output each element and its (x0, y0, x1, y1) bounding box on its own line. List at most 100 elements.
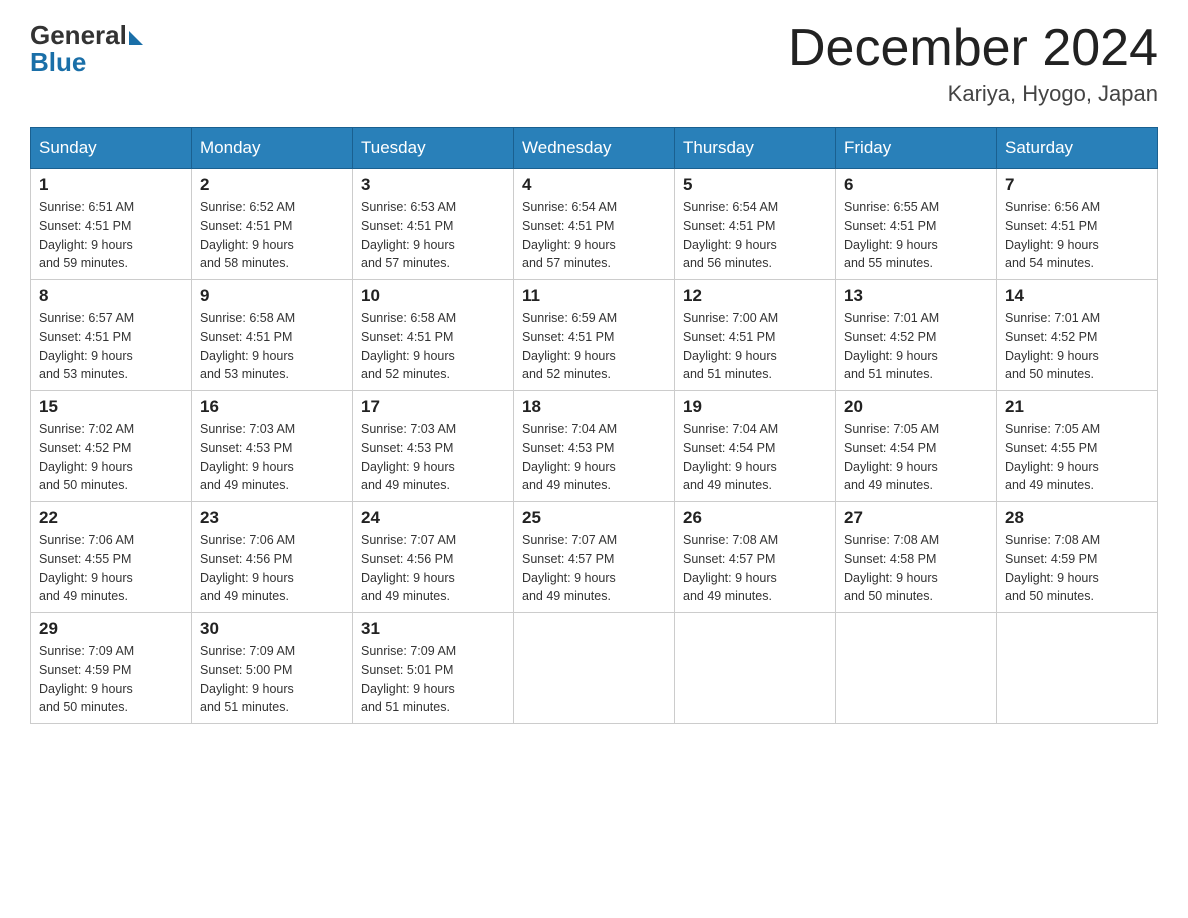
col-header-sunday: Sunday (31, 128, 192, 169)
calendar-day-cell: 7Sunrise: 6:56 AMSunset: 4:51 PMDaylight… (997, 169, 1158, 280)
day-number: 9 (200, 286, 344, 306)
calendar-day-cell: 11Sunrise: 6:59 AMSunset: 4:51 PMDayligh… (514, 280, 675, 391)
day-number: 7 (1005, 175, 1149, 195)
day-info: Sunrise: 7:09 AMSunset: 5:00 PMDaylight:… (200, 642, 344, 717)
calendar-day-cell: 24 Sunrise: 7:07 AMSunset: 4:56 PMDayligh… (353, 502, 514, 613)
calendar-day-cell: 20 Sunrise: 7:05 AMSunset: 4:54 PMDayligh… (836, 391, 997, 502)
calendar-header-row: SundayMondayTuesdayWednesdayThursdayFrid… (31, 128, 1158, 169)
day-number: 4 (522, 175, 666, 195)
calendar-day-cell: 25 Sunrise: 7:07 AMSunset: 4:57 PMDayligh… (514, 502, 675, 613)
day-number: 5 (683, 175, 827, 195)
calendar-day-cell: 10Sunrise: 6:58 AMSunset: 4:51 PMDayligh… (353, 280, 514, 391)
day-number: 25 (522, 508, 666, 528)
calendar-day-cell: 21 Sunrise: 7:05 AMSunset: 4:55 PMDayligh… (997, 391, 1158, 502)
calendar-day-cell: 12 Sunrise: 7:00 AMSunset: 4:51 PMDayligh… (675, 280, 836, 391)
day-number: 2 (200, 175, 344, 195)
day-info: Sunrise: 7:04 AMSunset: 4:54 PMDaylight:… (683, 420, 827, 495)
day-info: Sunrise: 7:06 AMSunset: 4:56 PMDaylight:… (200, 531, 344, 606)
calendar-day-cell: 17 Sunrise: 7:03 AMSunset: 4:53 PMDayligh… (353, 391, 514, 502)
day-info: Sunrise: 6:55 AMSunset: 4:51 PMDaylight:… (844, 198, 988, 273)
day-info: Sunrise: 7:07 AMSunset: 4:56 PMDaylight:… (361, 531, 505, 606)
col-header-wednesday: Wednesday (514, 128, 675, 169)
day-number: 22 (39, 508, 183, 528)
day-info: Sunrise: 6:57 AMSunset: 4:51 PMDaylight:… (39, 309, 183, 384)
calendar-day-cell: 16 Sunrise: 7:03 AMSunset: 4:53 PMDayligh… (192, 391, 353, 502)
day-info: Sunrise: 7:04 AMSunset: 4:53 PMDaylight:… (522, 420, 666, 495)
calendar-day-cell: 26 Sunrise: 7:08 AMSunset: 4:57 PMDayligh… (675, 502, 836, 613)
day-number: 11 (522, 286, 666, 306)
calendar-week-row: 15 Sunrise: 7:02 AMSunset: 4:52 PMDayligh… (31, 391, 1158, 502)
day-info: Sunrise: 6:58 AMSunset: 4:51 PMDaylight:… (200, 309, 344, 384)
day-number: 24 (361, 508, 505, 528)
col-header-monday: Monday (192, 128, 353, 169)
day-info: Sunrise: 7:01 AMSunset: 4:52 PMDaylight:… (1005, 309, 1149, 384)
calendar-day-cell (836, 613, 997, 724)
calendar-day-cell: 23 Sunrise: 7:06 AMSunset: 4:56 PMDayligh… (192, 502, 353, 613)
day-info: Sunrise: 7:06 AMSunset: 4:55 PMDaylight:… (39, 531, 183, 606)
calendar-week-row: 1 Sunrise: 6:51 AMSunset: 4:51 PMDaylight… (31, 169, 1158, 280)
calendar-day-cell: 28Sunrise: 7:08 AMSunset: 4:59 PMDayligh… (997, 502, 1158, 613)
col-header-friday: Friday (836, 128, 997, 169)
page-header: General Blue December 2024 Kariya, Hyogo… (30, 20, 1158, 107)
calendar-day-cell: 19 Sunrise: 7:04 AMSunset: 4:54 PMDayligh… (675, 391, 836, 502)
calendar-day-cell (675, 613, 836, 724)
calendar-day-cell: 18 Sunrise: 7:04 AMSunset: 4:53 PMDayligh… (514, 391, 675, 502)
day-number: 21 (1005, 397, 1149, 417)
day-info: Sunrise: 6:51 AMSunset: 4:51 PMDaylight:… (39, 198, 183, 273)
day-info: Sunrise: 7:00 AMSunset: 4:51 PMDaylight:… (683, 309, 827, 384)
day-number: 15 (39, 397, 183, 417)
calendar-day-cell: 13Sunrise: 7:01 AMSunset: 4:52 PMDayligh… (836, 280, 997, 391)
logo-arrow-icon (129, 31, 143, 45)
day-info: Sunrise: 7:08 AMSunset: 4:58 PMDaylight:… (844, 531, 988, 606)
day-info: Sunrise: 6:53 AMSunset: 4:51 PMDaylight:… (361, 198, 505, 273)
title-area: December 2024 Kariya, Hyogo, Japan (788, 20, 1158, 107)
logo: General Blue (30, 20, 143, 78)
col-header-tuesday: Tuesday (353, 128, 514, 169)
day-info: Sunrise: 7:03 AMSunset: 4:53 PMDaylight:… (361, 420, 505, 495)
day-number: 17 (361, 397, 505, 417)
day-number: 10 (361, 286, 505, 306)
col-header-saturday: Saturday (997, 128, 1158, 169)
day-number: 18 (522, 397, 666, 417)
day-number: 19 (683, 397, 827, 417)
calendar-day-cell: 5Sunrise: 6:54 AMSunset: 4:51 PMDaylight… (675, 169, 836, 280)
day-info: Sunrise: 7:07 AMSunset: 4:57 PMDaylight:… (522, 531, 666, 606)
day-number: 12 (683, 286, 827, 306)
calendar-day-cell: 4 Sunrise: 6:54 AMSunset: 4:51 PMDaylight… (514, 169, 675, 280)
day-info: Sunrise: 7:09 AMSunset: 5:01 PMDaylight:… (361, 642, 505, 717)
calendar-day-cell: 15 Sunrise: 7:02 AMSunset: 4:52 PMDayligh… (31, 391, 192, 502)
calendar-day-cell: 29Sunrise: 7:09 AMSunset: 4:59 PMDayligh… (31, 613, 192, 724)
day-number: 3 (361, 175, 505, 195)
day-number: 31 (361, 619, 505, 639)
day-number: 1 (39, 175, 183, 195)
day-number: 16 (200, 397, 344, 417)
calendar-day-cell: 31 Sunrise: 7:09 AMSunset: 5:01 PMDayligh… (353, 613, 514, 724)
day-info: Sunrise: 6:54 AMSunset: 4:51 PMDaylight:… (522, 198, 666, 273)
calendar-day-cell: 8 Sunrise: 6:57 AMSunset: 4:51 PMDaylight… (31, 280, 192, 391)
day-info: Sunrise: 7:05 AMSunset: 4:54 PMDaylight:… (844, 420, 988, 495)
calendar-day-cell (514, 613, 675, 724)
day-number: 26 (683, 508, 827, 528)
day-number: 30 (200, 619, 344, 639)
day-info: Sunrise: 6:52 AMSunset: 4:51 PMDaylight:… (200, 198, 344, 273)
calendar-day-cell: 6 Sunrise: 6:55 AMSunset: 4:51 PMDaylight… (836, 169, 997, 280)
day-number: 6 (844, 175, 988, 195)
day-info: Sunrise: 7:08 AMSunset: 4:57 PMDaylight:… (683, 531, 827, 606)
day-number: 14 (1005, 286, 1149, 306)
day-number: 8 (39, 286, 183, 306)
day-info: Sunrise: 7:03 AMSunset: 4:53 PMDaylight:… (200, 420, 344, 495)
calendar-day-cell: 22 Sunrise: 7:06 AMSunset: 4:55 PMDayligh… (31, 502, 192, 613)
day-info: Sunrise: 7:05 AMSunset: 4:55 PMDaylight:… (1005, 420, 1149, 495)
calendar-week-row: 22 Sunrise: 7:06 AMSunset: 4:55 PMDayligh… (31, 502, 1158, 613)
day-number: 23 (200, 508, 344, 528)
day-info: Sunrise: 7:02 AMSunset: 4:52 PMDaylight:… (39, 420, 183, 495)
day-number: 27 (844, 508, 988, 528)
calendar-day-cell (997, 613, 1158, 724)
month-title: December 2024 (788, 20, 1158, 77)
calendar-day-cell: 9 Sunrise: 6:58 AMSunset: 4:51 PMDaylight… (192, 280, 353, 391)
calendar-day-cell: 14 Sunrise: 7:01 AMSunset: 4:52 PMDayligh… (997, 280, 1158, 391)
calendar-day-cell: 30 Sunrise: 7:09 AMSunset: 5:00 PMDayligh… (192, 613, 353, 724)
day-info: Sunrise: 7:01 AMSunset: 4:52 PMDaylight:… (844, 309, 988, 384)
day-number: 20 (844, 397, 988, 417)
logo-blue-text: Blue (30, 47, 86, 78)
